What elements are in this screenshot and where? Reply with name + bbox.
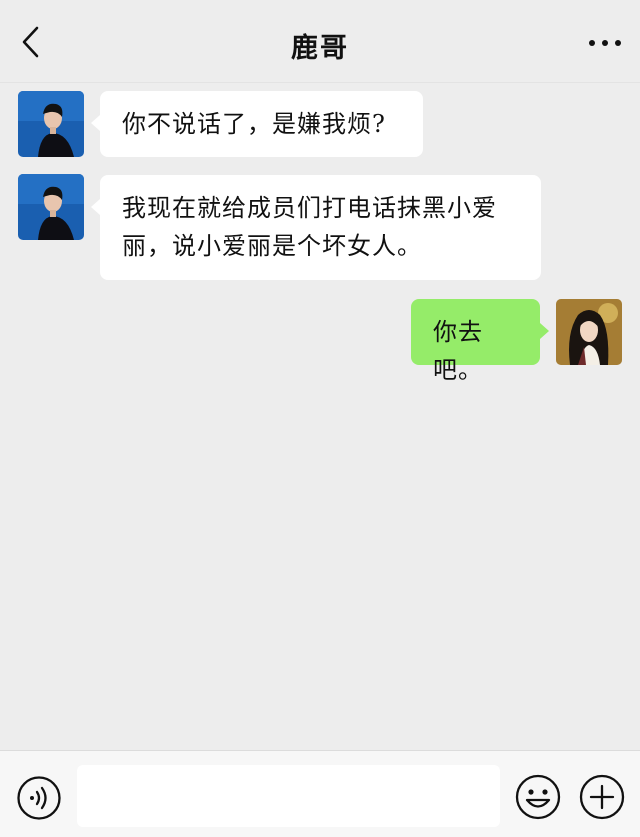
- voice-toggle-button[interactable]: [16, 775, 62, 821]
- emoji-button[interactable]: [514, 773, 562, 821]
- message-text: 你不说话了，是嫌我烦?: [122, 110, 386, 138]
- incoming-message-bubble[interactable]: 我现在就给成员们打电话抹黑小爱丽，说小爱丽是个坏女人。: [91, 175, 541, 280]
- more-functions-button[interactable]: [578, 773, 626, 821]
- more-button[interactable]: [584, 26, 626, 60]
- outgoing-message-bubble[interactable]: 你去吧。: [411, 299, 549, 384]
- chat-title: 鹿哥: [291, 33, 349, 64]
- contact-avatar[interactable]: [18, 174, 84, 240]
- incoming-message-bubble[interactable]: 你不说话了，是嫌我烦?: [91, 91, 423, 157]
- plus-icon: [579, 774, 625, 820]
- contact-avatar[interactable]: [18, 91, 84, 157]
- message-input[interactable]: [77, 765, 500, 827]
- voice-icon: [17, 776, 61, 820]
- my-avatar[interactable]: [556, 299, 622, 365]
- input-toolbar: [0, 750, 640, 837]
- message-text: 我现在就给成员们打电话抹黑小爱丽，说小爱丽是个坏女人。: [122, 194, 497, 260]
- more-dots-icon: [589, 40, 621, 46]
- emoji-icon: [515, 774, 561, 820]
- message-text: 你去吧。: [433, 318, 483, 384]
- chat-header: 鹿哥: [0, 0, 640, 83]
